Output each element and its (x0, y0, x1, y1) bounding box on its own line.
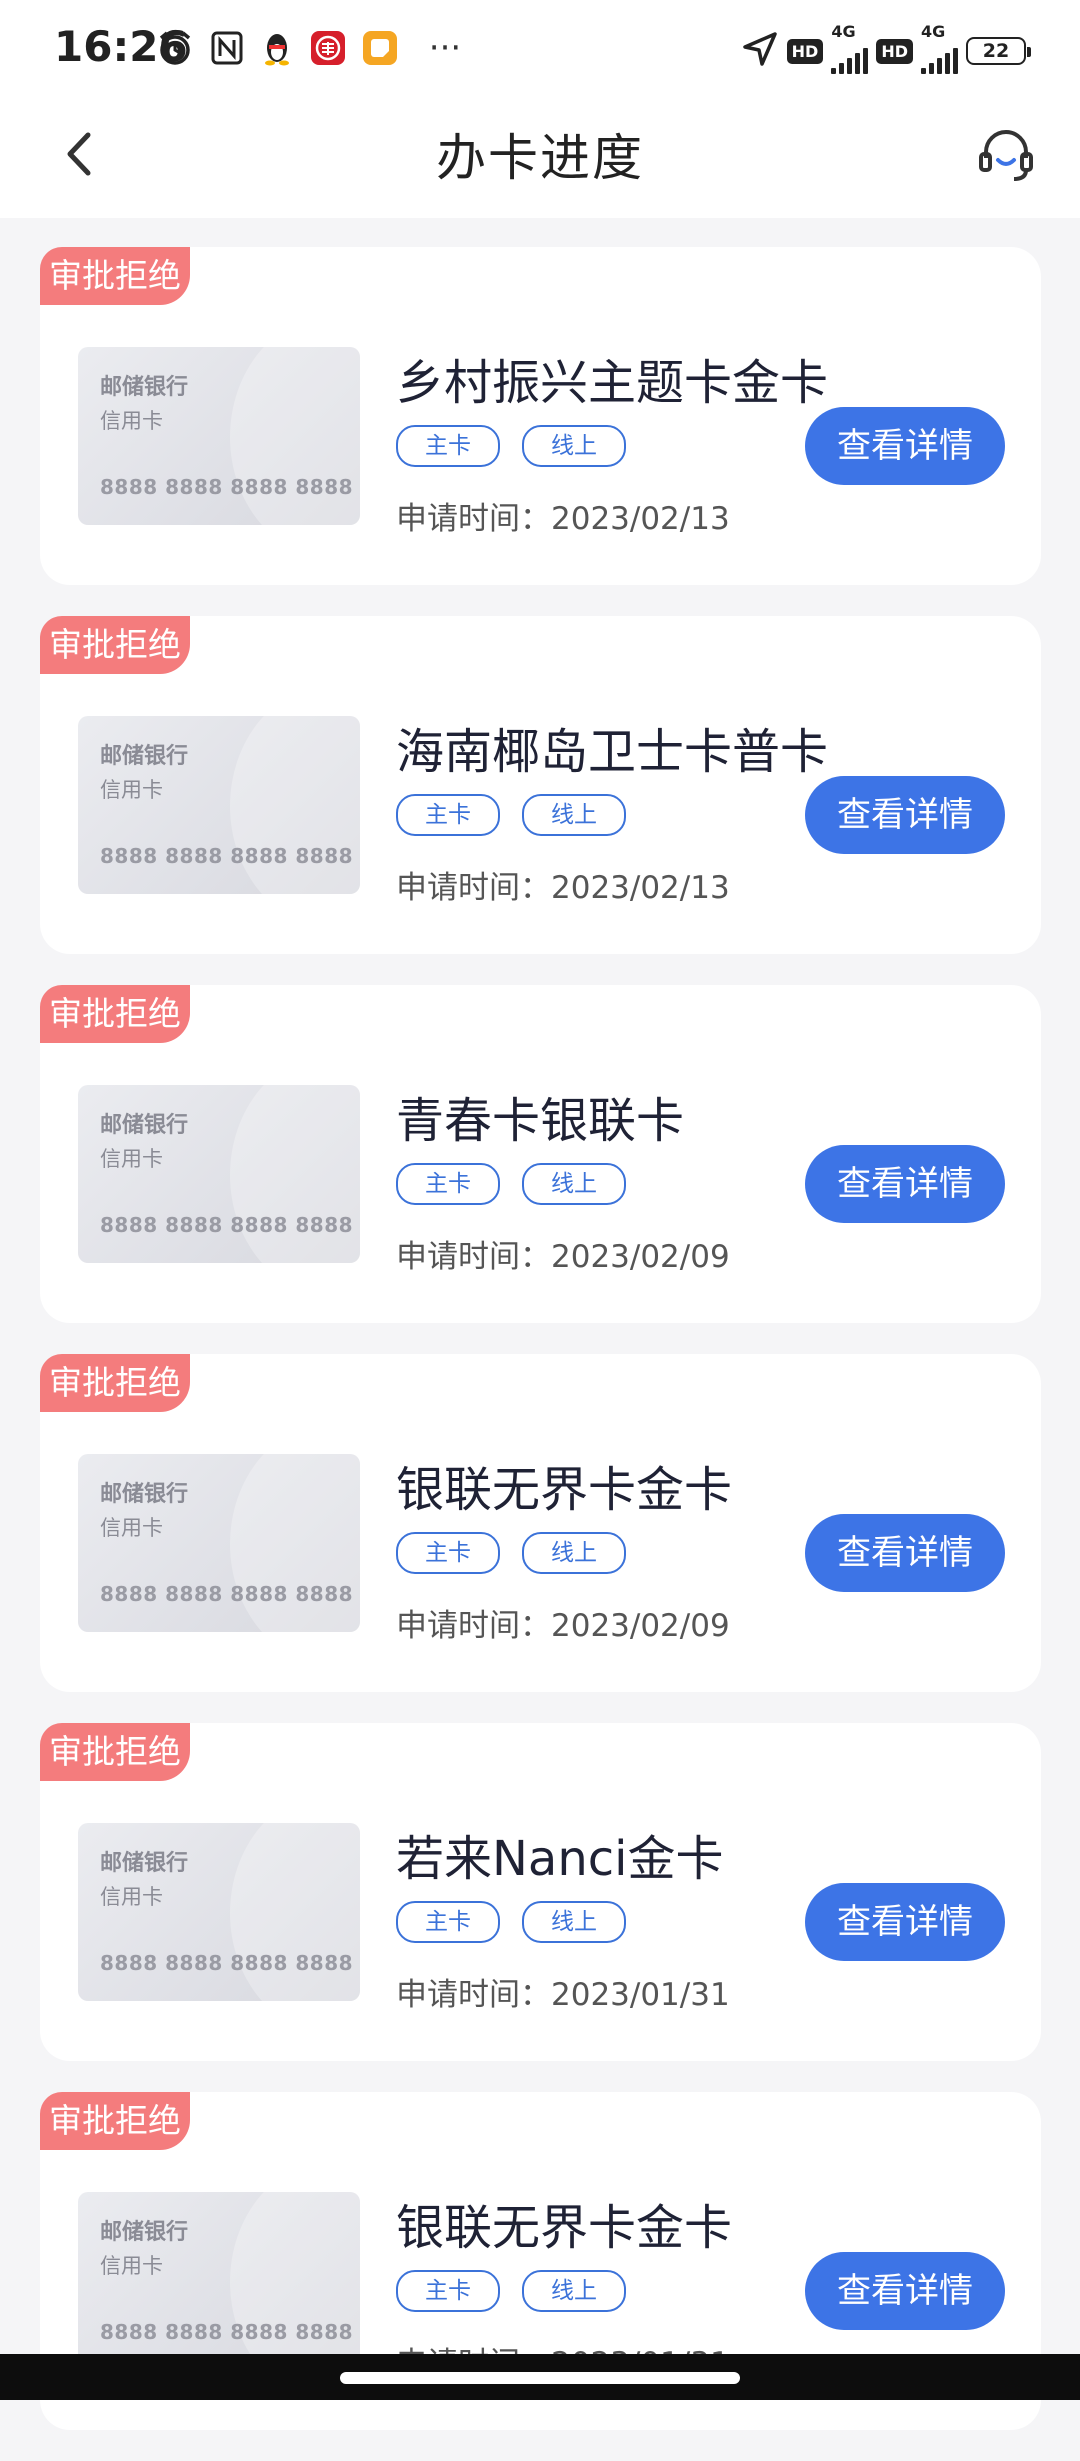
card-product-name: 银联无界卡金卡 (396, 1462, 733, 1518)
thumbnail-card-number: 8888 8888 8888 8888 (100, 1213, 354, 1237)
view-details-button[interactable]: 查看详情 (805, 1883, 1005, 1961)
status-bar: 16:26 ··· HD 4G HD 4G 22 (0, 0, 1080, 96)
tag-online: 线上 (522, 1532, 626, 1574)
more-notifications-icon: ··· (428, 28, 462, 68)
thumbnail-bank-name: 邮储银行 (100, 375, 189, 400)
thumbnail-card-number: 8888 8888 8888 8888 (100, 475, 354, 499)
thumbnail-card-type: 信用卡 (100, 1147, 163, 1171)
view-details-button[interactable]: 查看详情 (805, 1514, 1005, 1592)
tag-online: 线上 (522, 2270, 626, 2312)
headset-icon (979, 130, 1033, 181)
application-time: 申请时间：2023/02/13 (396, 870, 730, 906)
card-tags: 主卡 线上 (396, 425, 626, 467)
tag-primary-card: 主卡 (396, 425, 500, 467)
application-card[interactable]: 审批拒绝 邮储银行 信用卡 8888 8888 8888 8888 海南椰岛卫士… (40, 616, 1041, 954)
thumbnail-bank-name: 邮储银行 (100, 1113, 189, 1138)
application-time: 申请时间：2023/02/09 (396, 1608, 730, 1644)
thumbnail-card-type: 信用卡 (100, 1516, 163, 1540)
yellow-app-icon (362, 30, 398, 66)
rejected-status-badge: 审批拒绝 (40, 1723, 190, 1781)
customer-service-button[interactable] (968, 118, 1044, 194)
application-time: 申请时间：2023/02/09 (396, 1239, 730, 1275)
application-card[interactable]: 审批拒绝 邮储银行 信用卡 8888 8888 8888 8888 乡村振兴主题… (40, 247, 1041, 585)
card-product-name: 银联无界卡金卡 (396, 2200, 733, 2256)
card-thumbnail: 邮储银行 信用卡 8888 8888 8888 8888 (78, 2192, 360, 2370)
navigation-gesture-area (0, 2354, 1080, 2400)
hd-badge-2: HD (876, 38, 913, 64)
thumbnail-card-type: 信用卡 (100, 2254, 163, 2278)
rejected-status-badge: 审批拒绝 (40, 2092, 190, 2150)
card-product-name: 海南椰岛卫士卡普卡 (396, 724, 829, 780)
card-thumbnail: 邮储银行 信用卡 8888 8888 8888 8888 (78, 1823, 360, 2001)
red-app-icon (310, 30, 346, 66)
application-time: 申请时间：2023/02/13 (396, 501, 730, 537)
application-card[interactable]: 审批拒绝 邮储银行 信用卡 8888 8888 8888 8888 银联无界卡金… (40, 1354, 1041, 1692)
tag-online: 线上 (522, 1163, 626, 1205)
card-thumbnail: 邮储银行 信用卡 8888 8888 8888 8888 (78, 716, 360, 894)
application-list: 审批拒绝 邮储银行 信用卡 8888 8888 8888 8888 乡村振兴主题… (40, 247, 1041, 2461)
application-card[interactable]: 审批拒绝 邮储银行 信用卡 8888 8888 8888 8888 若来Nanc… (40, 1723, 1041, 2061)
status-right-group: HD 4G HD 4G 22 (741, 22, 1031, 74)
view-details-button[interactable]: 查看详情 (805, 2252, 1005, 2330)
card-product-name: 青春卡银联卡 (396, 1093, 685, 1149)
thumbnail-bank-name: 邮储银行 (100, 1482, 189, 1507)
thumbnail-card-type: 信用卡 (100, 409, 163, 433)
card-tags: 主卡 线上 (396, 2270, 626, 2312)
tag-primary-card: 主卡 (396, 2270, 500, 2312)
tag-primary-card: 主卡 (396, 1532, 500, 1574)
card-tags: 主卡 线上 (396, 1532, 626, 1574)
thumbnail-card-number: 8888 8888 8888 8888 (100, 1582, 354, 1606)
home-gesture-bar[interactable] (340, 2372, 740, 2384)
view-details-button[interactable]: 查看详情 (805, 776, 1005, 854)
location-arrow-icon (741, 30, 779, 72)
signal-2: 4G (921, 22, 958, 74)
application-card[interactable]: 审批拒绝 邮储银行 信用卡 8888 8888 8888 8888 青春卡银联卡… (40, 985, 1041, 1323)
card-thumbnail: 邮储银行 信用卡 8888 8888 8888 8888 (78, 347, 360, 525)
rejected-status-badge: 审批拒绝 (40, 1354, 190, 1412)
card-tags: 主卡 线上 (396, 1163, 626, 1205)
rejected-status-badge: 审批拒绝 (40, 247, 190, 305)
thumbnail-card-type: 信用卡 (100, 1885, 163, 1909)
page-title: 办卡进度 (436, 129, 644, 187)
alarm-icon (156, 30, 194, 66)
thumbnail-card-number: 8888 8888 8888 8888 (100, 2320, 354, 2344)
thumbnail-bank-name: 邮储银行 (100, 744, 189, 769)
thumbnail-card-type: 信用卡 (100, 778, 163, 802)
tag-primary-card: 主卡 (396, 1901, 500, 1943)
hd-badge-1: HD (786, 38, 824, 64)
card-tags: 主卡 线上 (396, 1901, 626, 1943)
card-product-name: 乡村振兴主题卡金卡 (396, 355, 829, 411)
card-thumbnail: 邮储银行 信用卡 8888 8888 8888 8888 (78, 1085, 360, 1263)
thumbnail-bank-name: 邮储银行 (100, 2220, 189, 2245)
thumbnail-card-number: 8888 8888 8888 8888 (100, 844, 354, 868)
signal-1: 4G (831, 22, 869, 74)
card-product-name: 若来Nanci金卡 (396, 1831, 724, 1887)
card-thumbnail: 邮储银行 信用卡 8888 8888 8888 8888 (78, 1454, 360, 1632)
application-time: 申请时间：2023/01/31 (396, 1977, 730, 2013)
rejected-status-badge: 审批拒绝 (40, 985, 190, 1043)
qq-penguin-icon (262, 30, 292, 66)
tag-online: 线上 (522, 794, 626, 836)
card-tags: 主卡 线上 (396, 794, 626, 836)
rejected-status-badge: 审批拒绝 (40, 616, 190, 674)
tag-online: 线上 (522, 425, 626, 467)
battery-icon: 22 (966, 37, 1031, 65)
nfc-icon (210, 30, 244, 66)
view-details-button[interactable]: 查看详情 (805, 407, 1005, 485)
nav-bar: 办卡进度 (0, 96, 1080, 218)
thumbnail-card-number: 8888 8888 8888 8888 (100, 1951, 354, 1975)
tag-primary-card: 主卡 (396, 794, 500, 836)
thumbnail-bank-name: 邮储银行 (100, 1851, 189, 1876)
tag-primary-card: 主卡 (396, 1163, 500, 1205)
view-details-button[interactable]: 查看详情 (805, 1145, 1005, 1223)
tag-online: 线上 (522, 1901, 626, 1943)
